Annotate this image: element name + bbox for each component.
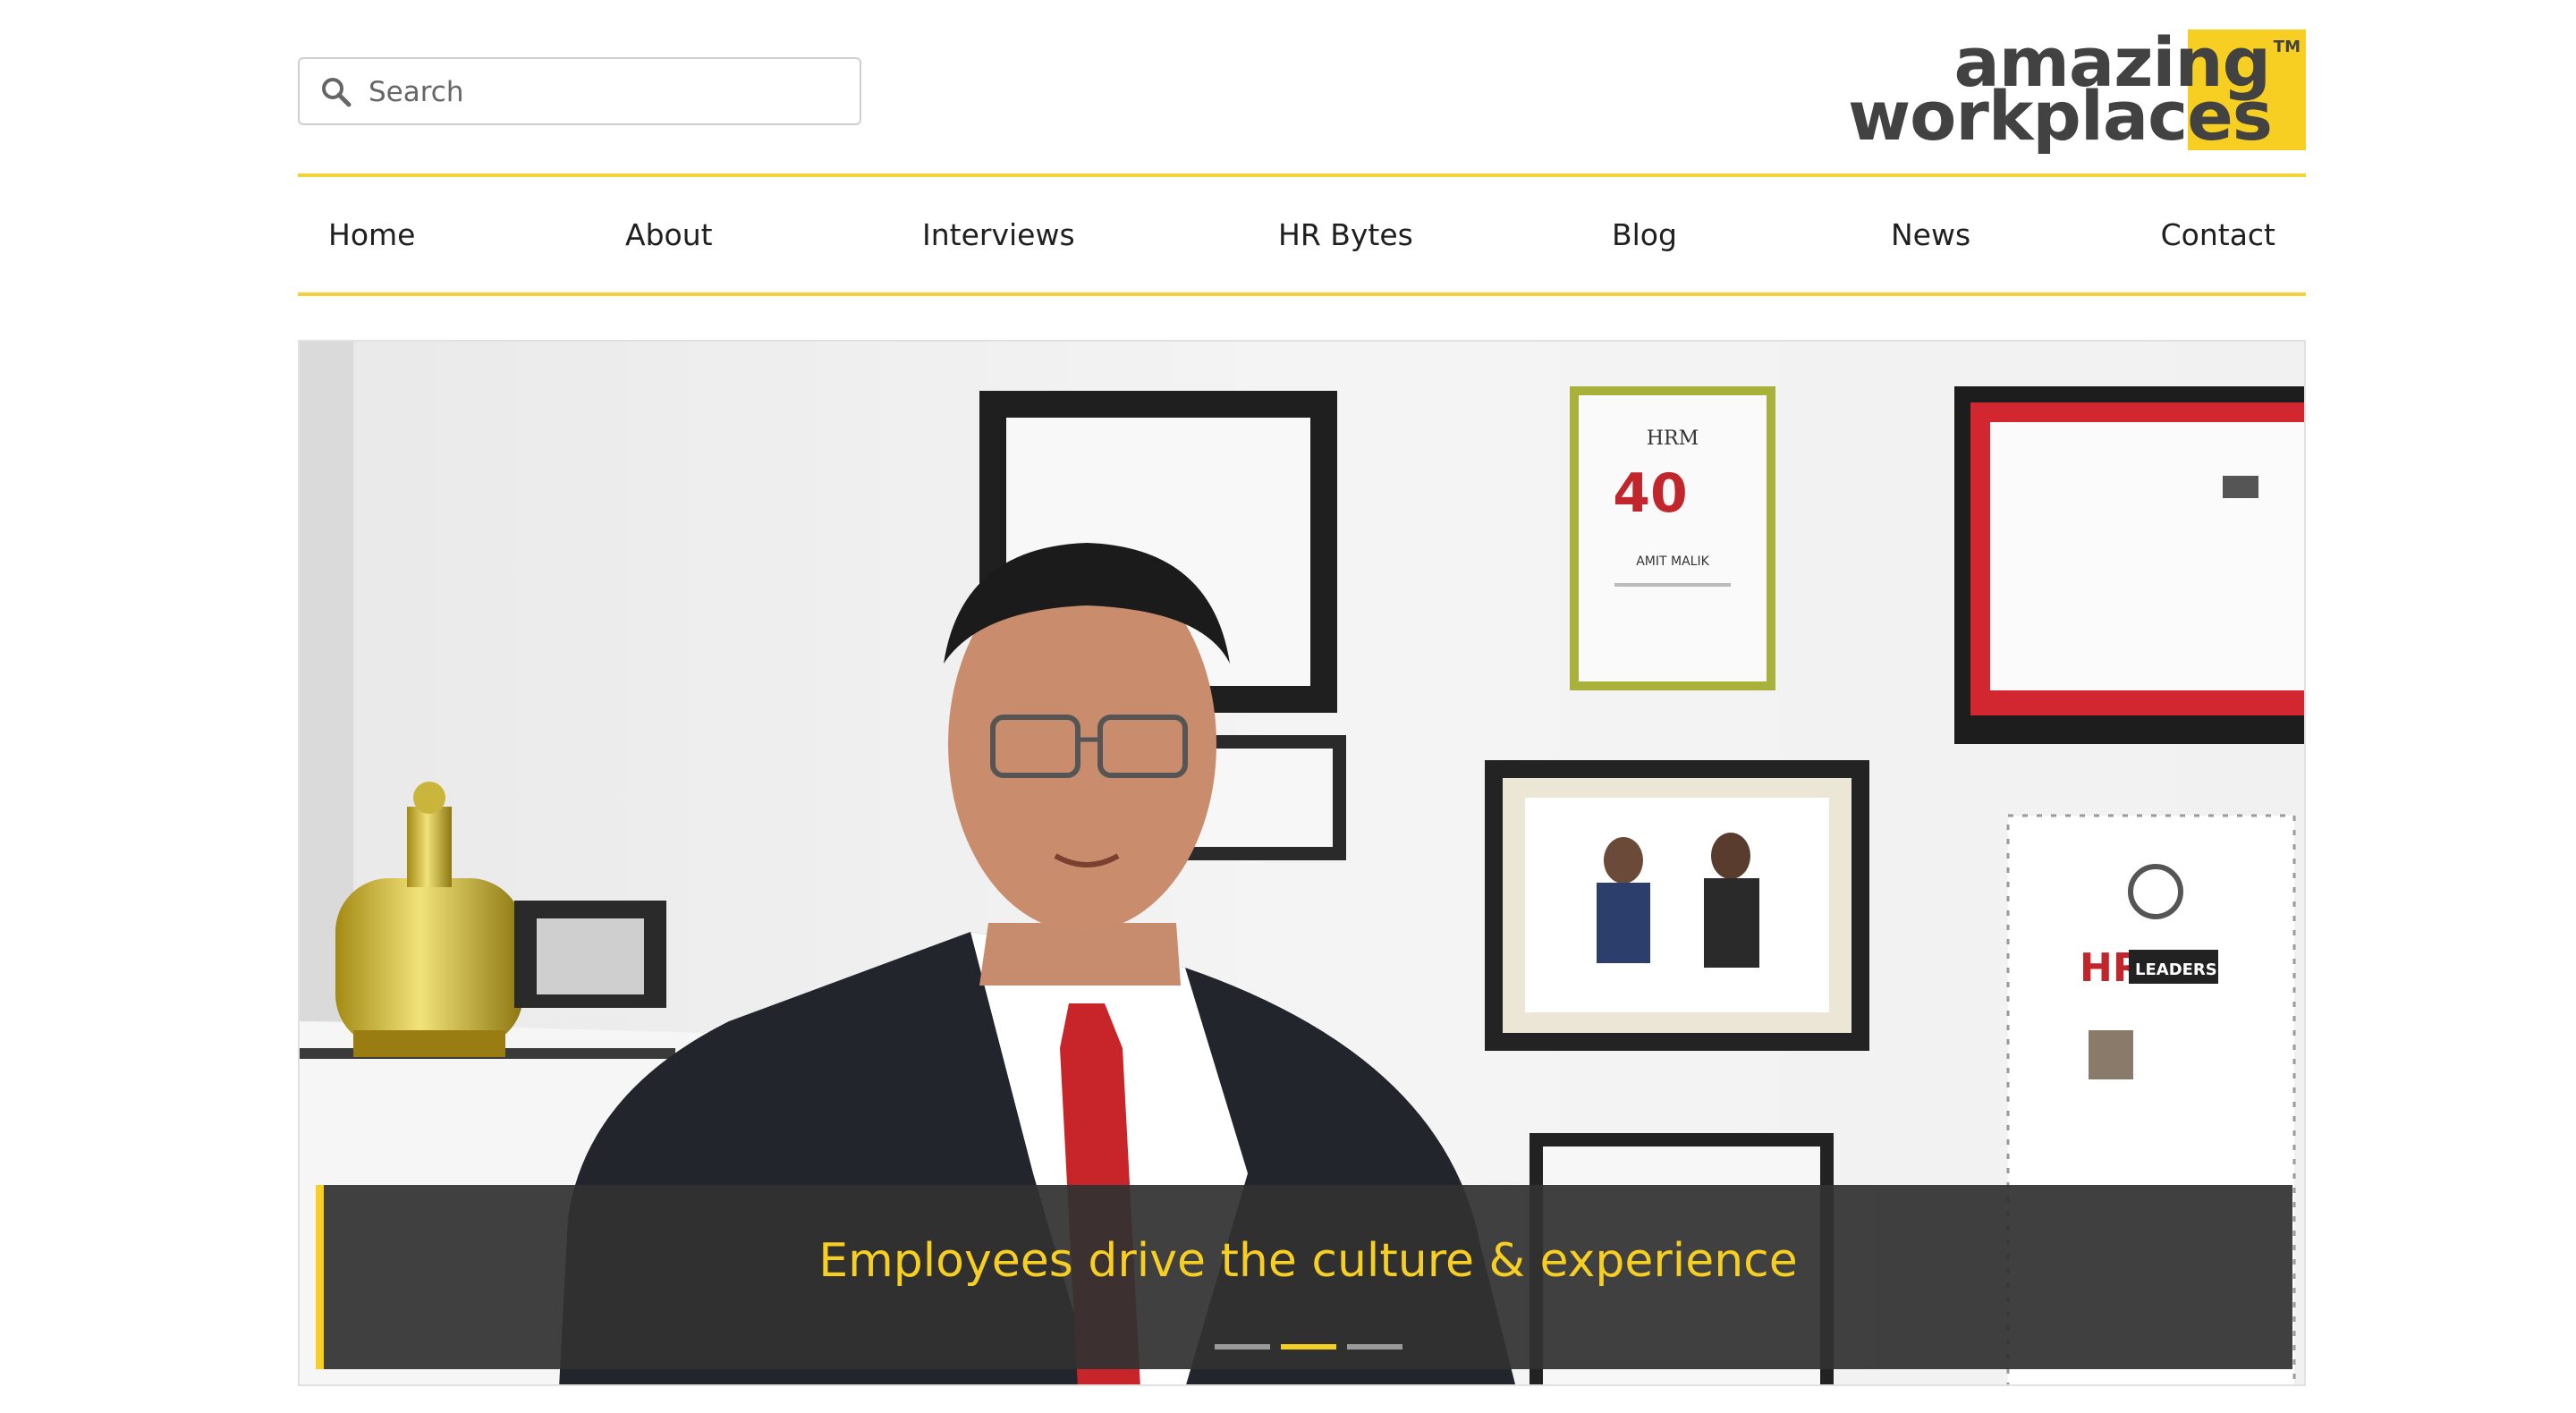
caption-text: Employees drive the culture & experience bbox=[818, 1234, 1798, 1288]
hrm-label: HRM bbox=[1647, 427, 1699, 450]
carousel-indicators bbox=[324, 1344, 2292, 1350]
nav-item-blog[interactable]: Blog bbox=[1612, 213, 1677, 258]
hero-carousel[interactable]: HRM 40 AMIT MALIK HR LEADERS Employees d… bbox=[298, 340, 2306, 1386]
hrm-certificate: HRM 40 AMIT MALIK bbox=[1570, 386, 1775, 690]
carousel-indicator-2[interactable] bbox=[1280, 1344, 1336, 1350]
search-input[interactable] bbox=[367, 59, 844, 125]
nav-item-contact[interactable]: Contact bbox=[2161, 213, 2275, 258]
nav-item-hr-bytes[interactable]: HR Bytes bbox=[1278, 213, 1413, 258]
certificate-number: 40 bbox=[1613, 462, 1688, 525]
carousel-indicator-3[interactable] bbox=[1346, 1344, 1402, 1350]
leaders-label: LEADERS bbox=[2135, 960, 2217, 979]
nav-item-news[interactable]: News bbox=[1891, 213, 1970, 258]
amazing-workplaces-logo[interactable]: amazing workplaces TM bbox=[1848, 25, 2306, 150]
search-icon bbox=[322, 78, 352, 107]
search-box[interactable] bbox=[298, 57, 861, 125]
logo-line-2: workplaces bbox=[1847, 76, 2273, 156]
carousel-indicator-1[interactable] bbox=[1214, 1344, 1270, 1350]
carousel-caption: Employees drive the culture & experience bbox=[316, 1185, 2292, 1369]
photo-frame bbox=[1485, 760, 1869, 1051]
nav-item-about[interactable]: About bbox=[625, 213, 713, 258]
main-navigation: Home About Interviews HR Bytes Blog News… bbox=[298, 173, 2306, 296]
certificate-name: AMIT MALIK bbox=[1636, 554, 1709, 569]
logo-trademark: TM bbox=[2273, 38, 2301, 56]
nav-item-interviews[interactable]: Interviews bbox=[922, 213, 1075, 258]
nav-item-home[interactable]: Home bbox=[328, 213, 415, 258]
